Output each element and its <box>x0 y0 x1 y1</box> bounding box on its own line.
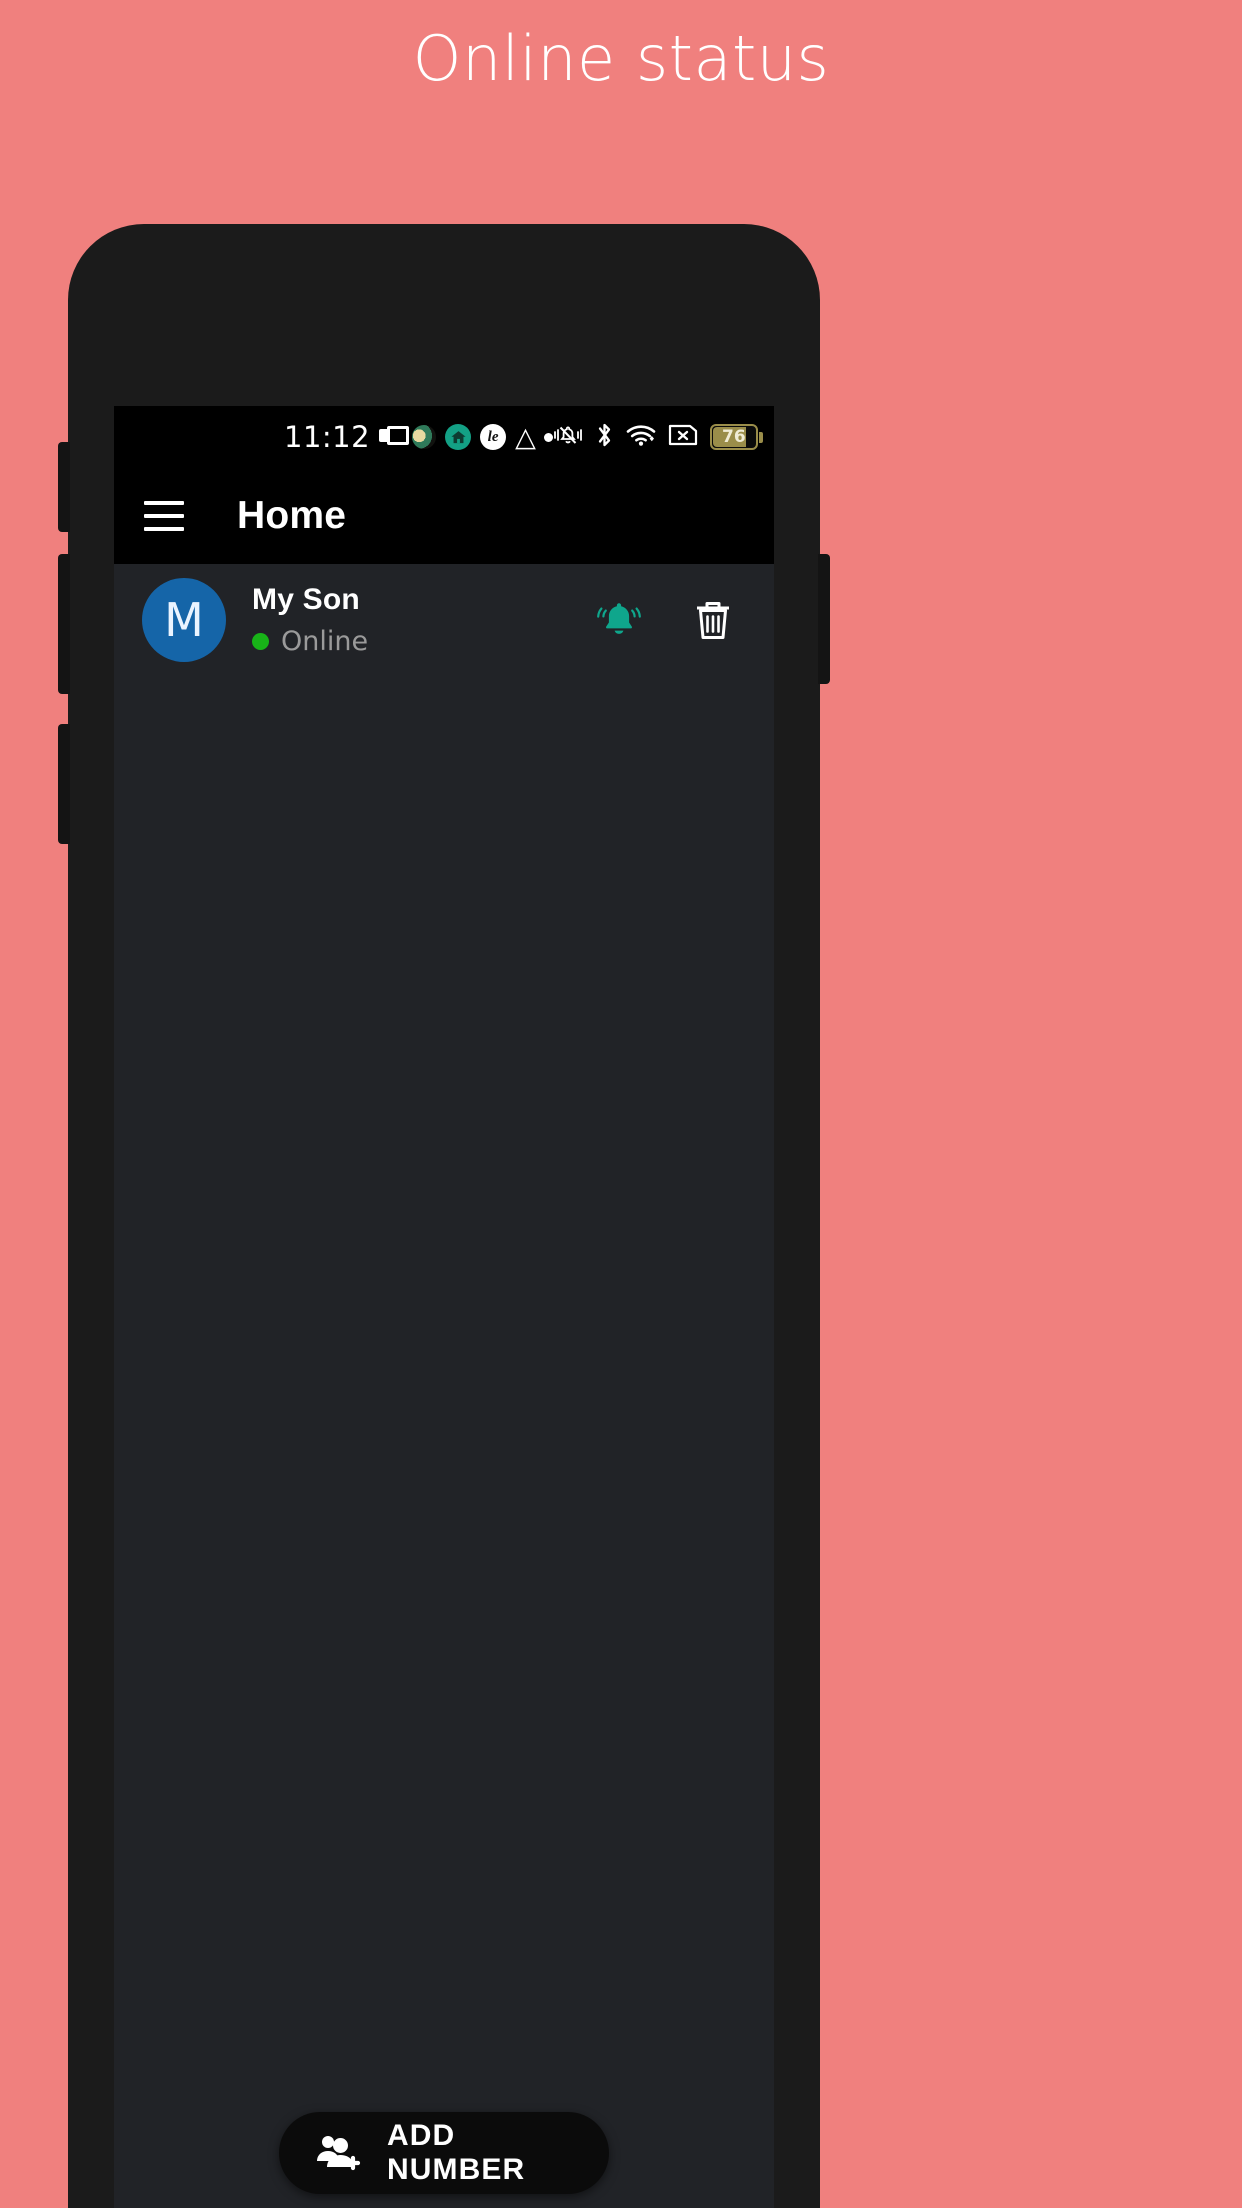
contact-list-item[interactable]: M My Son Online <box>114 564 774 676</box>
circle-multicolor-icon <box>412 425 437 449</box>
wifi-icon <box>626 423 656 452</box>
home-teal-icon <box>445 424 472 450</box>
phone-device-frame: 11:12 le △ 76 Home M My Son Online ADD N… <box>58 224 830 2208</box>
add-number-button[interactable]: ADD NUMBER <box>279 2112 609 2194</box>
hamburger-menu-icon[interactable] <box>144 501 184 531</box>
le-badge-icon: le <box>480 424 507 450</box>
trash-delete-icon[interactable] <box>690 596 736 644</box>
page-title: Online status <box>412 22 830 95</box>
add-people-icon <box>315 2131 361 2176</box>
content-area: M My Son Online ADD NUMBER <box>114 564 774 2208</box>
contact-row-actions <box>596 596 736 644</box>
status-bar-clock: 11:12 <box>284 420 371 454</box>
contact-texts: My Son Online <box>252 582 596 657</box>
battery-percent-label: 76 <box>722 427 746 447</box>
contact-name: My Son <box>252 582 360 616</box>
device-power-button <box>818 554 830 684</box>
contact-status: Online <box>252 626 596 657</box>
device-side-button-bottom <box>58 724 70 844</box>
chat-bubbles-icon <box>379 426 410 448</box>
phone-screen: 11:12 le △ 76 Home M My Son Online ADD N… <box>114 406 774 2208</box>
avatar: M <box>142 578 226 662</box>
bluetooth-icon <box>595 421 614 454</box>
contact-status-label: Online <box>281 626 369 658</box>
status-bar: 11:12 le △ 76 <box>114 406 774 468</box>
online-status-dot <box>252 633 269 651</box>
notification-bell-ringing-icon[interactable] <box>596 596 642 644</box>
vibrate-bell-off-icon <box>553 422 583 453</box>
app-bar: Home <box>114 468 774 564</box>
add-number-label: ADD NUMBER <box>387 2119 526 2186</box>
device-side-button-top <box>58 442 70 532</box>
dot-icon <box>543 432 553 442</box>
device-side-button-middle <box>58 554 70 694</box>
battery-icon: 76 <box>709 424 763 450</box>
app-bar-title: Home <box>237 494 347 537</box>
status-bar-right: 76 <box>553 421 763 454</box>
m-logo-icon: △ <box>515 421 536 453</box>
sim-card-x-icon <box>668 423 698 452</box>
status-bar-left: 11:12 le △ <box>284 420 553 454</box>
